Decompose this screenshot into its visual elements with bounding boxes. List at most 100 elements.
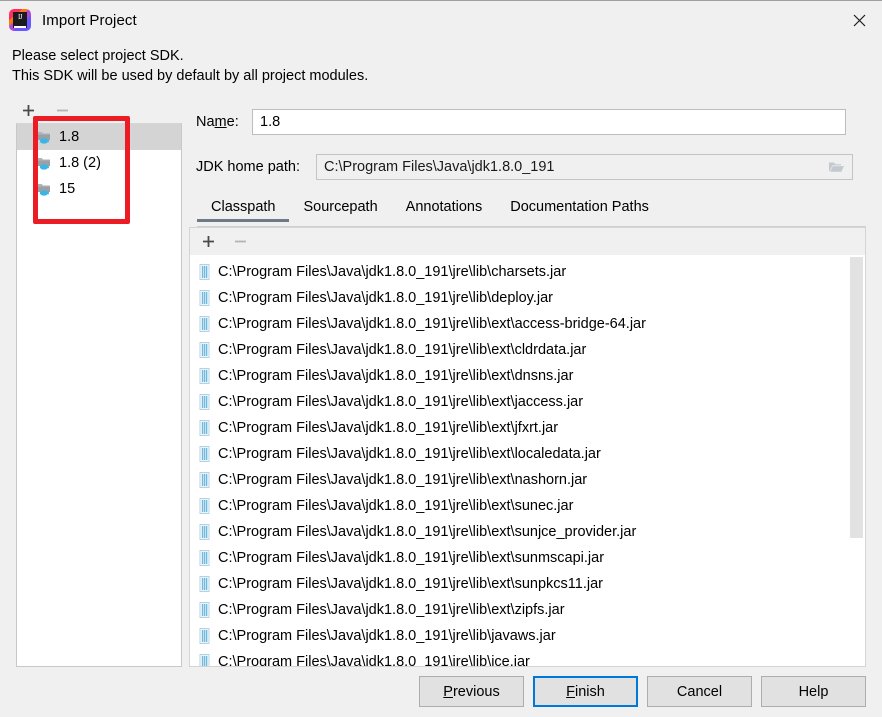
jar-file-icon (198, 446, 211, 462)
classpath-list-item[interactable]: C:\Program Files\Java\jdk1.8.0_191\jre\l… (190, 285, 845, 311)
window-title: Import Project (42, 11, 137, 29)
classpath-list-item[interactable]: C:\Program Files\Java\jdk1.8.0_191\jre\l… (190, 493, 845, 519)
jar-file-icon (198, 602, 211, 618)
import-project-dialog: IJ Import Project Please select project … (0, 0, 882, 717)
btn-label: Cancel (676, 683, 723, 700)
classpath-list-item[interactable]: C:\Program Files\Java\jdk1.8.0_191\jre\l… (190, 597, 845, 623)
sdk-item-label: 1.8 (2) (59, 155, 101, 171)
sdk-item-label: 1.8 (59, 129, 80, 145)
btn-mnemonic: F (566, 683, 576, 700)
instructions: Please select project SDK. This SDK will… (12, 46, 712, 86)
classpath-item-label: C:\Program Files\Java\jdk1.8.0_191\jre\l… (218, 498, 574, 514)
jdk-home-path-field[interactable]: C:\Program Files\Java\jdk1.8.0_191 (316, 154, 853, 180)
classpath-list-items: C:\Program Files\Java\jdk1.8.0_191\jre\l… (190, 259, 845, 666)
tab-annotations[interactable]: Annotations (392, 197, 497, 222)
btn-label: inish (575, 683, 605, 700)
jar-file-icon (198, 498, 211, 514)
tab-label: Documentation Paths (510, 199, 649, 215)
classpath-item-label: C:\Program Files\Java\jdk1.8.0_191\jre\l… (218, 342, 587, 358)
jdk-folder-icon (35, 181, 53, 197)
dialog-footer: Previous Finish Cancel Help (0, 666, 882, 717)
classpath-list-item[interactable]: C:\Program Files\Java\jdk1.8.0_191\jre\l… (190, 623, 845, 649)
classpath-list-item[interactable]: C:\Program Files\Java\jdk1.8.0_191\jre\l… (190, 519, 845, 545)
plus-icon[interactable] (16, 99, 40, 121)
jar-file-icon (198, 290, 211, 306)
name-row: Name: (196, 109, 866, 135)
classpath-toolbar (189, 227, 866, 255)
jar-file-icon (198, 264, 211, 280)
tab-label: Annotations (405, 199, 483, 215)
jar-file-icon (198, 420, 211, 436)
jdk-home-path-label: JDK home path: (196, 159, 300, 175)
help-button[interactable]: Help (761, 676, 866, 707)
classpath-item-label: C:\Program Files\Java\jdk1.8.0_191\jre\l… (218, 472, 588, 488)
jar-file-icon (198, 316, 211, 332)
jar-file-icon (198, 550, 211, 566)
btn-mnemonic: P (443, 683, 453, 700)
sdk-item-label: 15 (59, 181, 76, 197)
close-icon[interactable] (836, 1, 882, 39)
classpath-item-label: C:\Program Files\Java\jdk1.8.0_191\jre\l… (218, 550, 605, 566)
intellij-idea-icon: IJ (9, 9, 31, 31)
title-bar: IJ Import Project (0, 1, 882, 39)
jar-file-icon (198, 368, 211, 384)
sdk-list-item[interactable]: 1.8 (17, 124, 181, 150)
classpath-list-item[interactable]: C:\Program Files\Java\jdk1.8.0_191\jre\l… (190, 441, 845, 467)
name-label: Name: (196, 114, 239, 130)
sdk-list-item[interactable]: 15 (17, 176, 181, 202)
finish-button[interactable]: Finish (533, 676, 638, 707)
tab-label: Sourcepath (303, 199, 378, 215)
jar-file-icon (198, 472, 211, 488)
classpath-list-item[interactable]: C:\Program Files\Java\jdk1.8.0_191\jre\l… (190, 649, 845, 666)
sdk-list-item[interactable]: 1.8 (2) (17, 150, 181, 176)
jar-file-icon (198, 342, 211, 358)
scrollbar-thumb[interactable] (850, 257, 863, 538)
instruction-line-2: This SDK will be used by default by all … (12, 68, 369, 84)
jar-file-icon (198, 524, 211, 540)
jar-file-icon (198, 576, 211, 592)
classpath-list-item[interactable]: C:\Program Files\Java\jdk1.8.0_191\jre\l… (190, 545, 845, 571)
jar-file-icon (198, 628, 211, 644)
classpath-list-item[interactable]: C:\Program Files\Java\jdk1.8.0_191\jre\l… (190, 467, 845, 493)
classpath-item-label: C:\Program Files\Java\jdk1.8.0_191\jre\l… (218, 368, 574, 384)
sdk-list[interactable]: 1.8 1.8 (2) 15 (16, 123, 182, 667)
classpath-item-label: C:\Program Files\Java\jdk1.8.0_191\jre\l… (218, 602, 565, 618)
classpath-list-item[interactable]: C:\Program Files\Java\jdk1.8.0_191\jre\l… (190, 415, 845, 441)
classpath-list-item[interactable]: C:\Program Files\Java\jdk1.8.0_191\jre\l… (190, 311, 845, 337)
tab-documentation-paths[interactable]: Documentation Paths (496, 197, 663, 222)
classpath-list-item[interactable]: C:\Program Files\Java\jdk1.8.0_191\jre\l… (190, 389, 845, 415)
tab-label: Classpath (211, 199, 276, 215)
sdk-list-toolbar (16, 99, 182, 121)
plus-icon[interactable] (196, 231, 220, 253)
classpath-item-label: C:\Program Files\Java\jdk1.8.0_191\jre\l… (218, 394, 584, 410)
instruction-line-1: Please select project SDK. (12, 48, 184, 64)
classpath-list-item[interactable]: C:\Program Files\Java\jdk1.8.0_191\jre\l… (190, 571, 845, 597)
classpath-item-label: C:\Program Files\Java\jdk1.8.0_191\jre\l… (218, 316, 646, 332)
jar-file-icon (198, 394, 211, 410)
cancel-button[interactable]: Cancel (647, 676, 752, 707)
classpath-list-item[interactable]: C:\Program Files\Java\jdk1.8.0_191\jre\l… (190, 259, 845, 285)
classpath-scrollbar[interactable] (848, 255, 865, 665)
classpath-item-label: C:\Program Files\Java\jdk1.8.0_191\jre\l… (218, 628, 556, 644)
classpath-item-label: C:\Program Files\Java\jdk1.8.0_191\jre\l… (218, 446, 601, 462)
previous-button[interactable]: Previous (419, 676, 524, 707)
classpath-item-label: C:\Program Files\Java\jdk1.8.0_191\jre\l… (218, 576, 603, 592)
btn-label: revious (452, 683, 500, 700)
name-input[interactable] (252, 109, 846, 135)
classpath-list-item[interactable]: C:\Program Files\Java\jdk1.8.0_191\jre\l… (190, 337, 845, 363)
minus-icon (228, 231, 252, 253)
classpath-list-item[interactable]: C:\Program Files\Java\jdk1.8.0_191\jre\l… (190, 363, 845, 389)
classpath-list[interactable]: C:\Program Files\Java\jdk1.8.0_191\jre\l… (189, 255, 866, 667)
btn-label: Help (798, 683, 829, 700)
jdk-folder-icon (35, 129, 53, 145)
jdk-home-path-row: JDK home path: C:\Program Files\Java\jdk… (196, 154, 866, 180)
tab-classpath[interactable]: Classpath (197, 197, 290, 222)
folder-open-icon[interactable] (822, 156, 850, 178)
tab-sourcepath[interactable]: Sourcepath (289, 197, 391, 222)
jdk-folder-icon (35, 155, 53, 171)
classpath-item-label: C:\Program Files\Java\jdk1.8.0_191\jre\l… (218, 420, 559, 436)
jdk-home-path-value: C:\Program Files\Java\jdk1.8.0_191 (324, 159, 555, 175)
classpath-item-label: C:\Program Files\Java\jdk1.8.0_191\jre\l… (218, 524, 637, 540)
classpath-item-label: C:\Program Files\Java\jdk1.8.0_191\jre\l… (218, 264, 567, 280)
classpath-item-label: C:\Program Files\Java\jdk1.8.0_191\jre\l… (218, 290, 554, 306)
